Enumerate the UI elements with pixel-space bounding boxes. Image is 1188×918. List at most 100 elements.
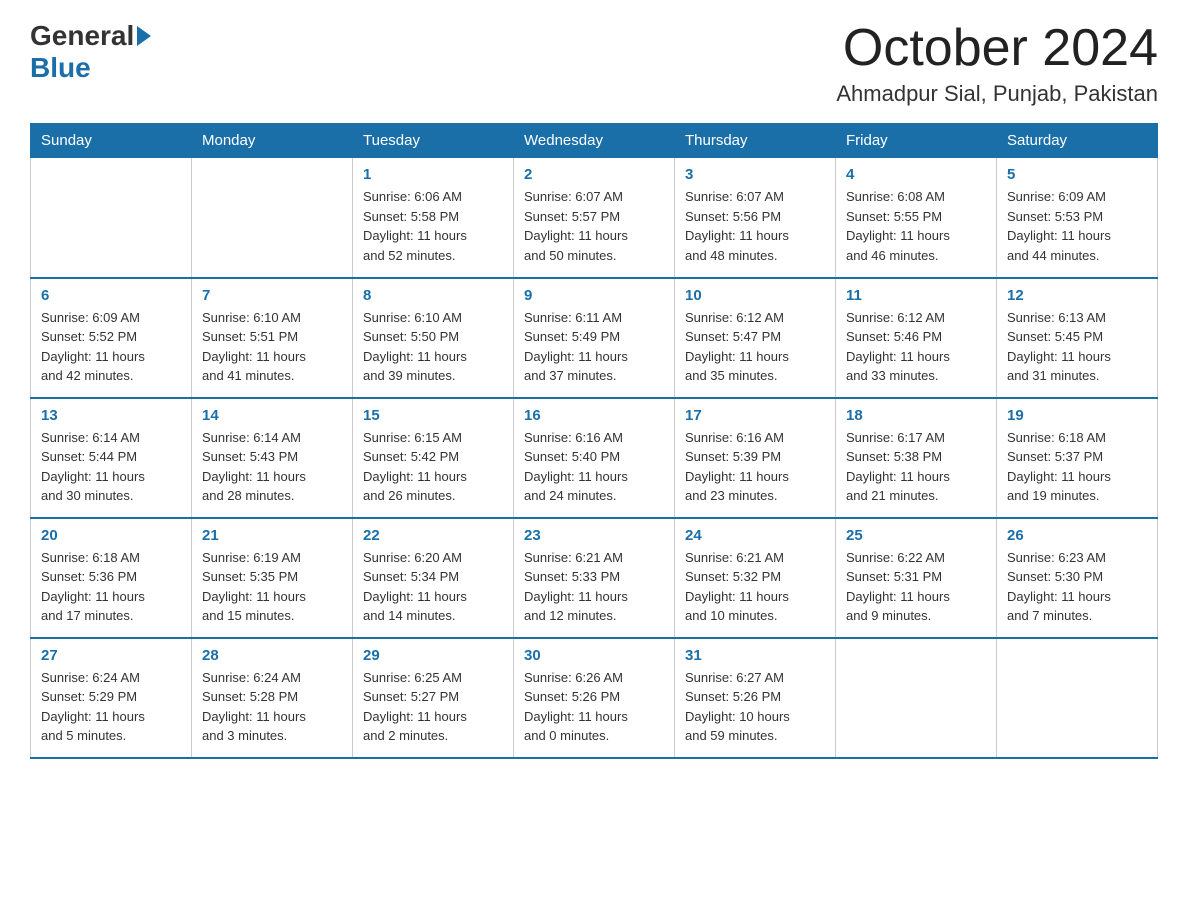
calendar-cell: 5Sunrise: 6:09 AMSunset: 5:53 PMDaylight…: [997, 158, 1158, 278]
day-info: Sunrise: 6:19 AMSunset: 5:35 PMDaylight:…: [202, 548, 342, 626]
calendar-week-5: 27 Sunrise: 6:24 AMSunset: 5:29 PMDayligh…: [31, 638, 1158, 758]
day-number: 5: [1007, 166, 1147, 183]
calendar-cell: 15 Sunrise: 6:15 AMSunset: 5:42 PMDayligh…: [353, 398, 514, 518]
day-info: Sunrise: 6:18 AMSunset: 5:36 PMDaylight:…: [41, 548, 181, 626]
calendar-cell: 19Sunrise: 6:18 AMSunset: 5:37 PMDayligh…: [997, 398, 1158, 518]
calendar-cell: 24Sunrise: 6:21 AMSunset: 5:32 PMDayligh…: [675, 518, 836, 638]
calendar-cell: 21 Sunrise: 6:19 AMSunset: 5:35 PMDayligh…: [192, 518, 353, 638]
day-info: Sunrise: 6:16 AMSunset: 5:40 PMDaylight:…: [524, 428, 664, 506]
calendar-cell: 29Sunrise: 6:25 AMSunset: 5:27 PMDayligh…: [353, 638, 514, 758]
calendar-cell: 8 Sunrise: 6:10 AMSunset: 5:50 PMDaylight…: [353, 278, 514, 398]
day-number: 30: [524, 647, 664, 664]
calendar-cell: 7 Sunrise: 6:10 AMSunset: 5:51 PMDaylight…: [192, 278, 353, 398]
calendar-cell: 3 Sunrise: 6:07 AMSunset: 5:56 PMDaylight…: [675, 158, 836, 278]
day-info: Sunrise: 6:11 AMSunset: 5:49 PMDaylight:…: [524, 308, 664, 386]
calendar-cell: 1Sunrise: 6:06 AMSunset: 5:58 PMDaylight…: [353, 158, 514, 278]
day-info: Sunrise: 6:07 AMSunset: 5:56 PMDaylight:…: [685, 187, 825, 265]
day-number: 15: [363, 407, 503, 424]
day-number: 4: [846, 166, 986, 183]
day-info: Sunrise: 6:09 AMSunset: 5:52 PMDaylight:…: [41, 308, 181, 386]
day-info: Sunrise: 6:17 AMSunset: 5:38 PMDaylight:…: [846, 428, 986, 506]
day-number: 3: [685, 166, 825, 183]
day-header-thursday: Thursday: [675, 124, 836, 158]
day-number: 13: [41, 407, 181, 424]
day-number: 25: [846, 527, 986, 544]
day-number: 7: [202, 287, 342, 304]
calendar-table: SundayMondayTuesdayWednesdayThursdayFrid…: [30, 123, 1158, 759]
day-number: 22: [363, 527, 503, 544]
day-info: Sunrise: 6:18 AMSunset: 5:37 PMDaylight:…: [1007, 428, 1147, 506]
calendar-cell: 18Sunrise: 6:17 AMSunset: 5:38 PMDayligh…: [836, 398, 997, 518]
day-info: Sunrise: 6:24 AMSunset: 5:29 PMDaylight:…: [41, 668, 181, 746]
page-header: General Blue October 2024 Ahmadpur Sial,…: [30, 20, 1158, 107]
day-number: 29: [363, 647, 503, 664]
day-number: 28: [202, 647, 342, 664]
day-header-monday: Monday: [192, 124, 353, 158]
day-info: Sunrise: 6:23 AMSunset: 5:30 PMDaylight:…: [1007, 548, 1147, 626]
logo-general-text: General: [30, 20, 134, 52]
day-info: Sunrise: 6:12 AMSunset: 5:47 PMDaylight:…: [685, 308, 825, 386]
day-number: 21: [202, 527, 342, 544]
day-info: Sunrise: 6:07 AMSunset: 5:57 PMDaylight:…: [524, 187, 664, 265]
day-number: 6: [41, 287, 181, 304]
day-number: 9: [524, 287, 664, 304]
calendar-cell: 16 Sunrise: 6:16 AMSunset: 5:40 PMDayligh…: [514, 398, 675, 518]
day-info: Sunrise: 6:26 AMSunset: 5:26 PMDaylight:…: [524, 668, 664, 746]
day-info: Sunrise: 6:14 AMSunset: 5:43 PMDaylight:…: [202, 428, 342, 506]
day-header-sunday: Sunday: [31, 124, 192, 158]
calendar-cell: 11 Sunrise: 6:12 AMSunset: 5:46 PMDayligh…: [836, 278, 997, 398]
day-info: Sunrise: 6:22 AMSunset: 5:31 PMDaylight:…: [846, 548, 986, 626]
calendar-week-4: 20 Sunrise: 6:18 AMSunset: 5:36 PMDayligh…: [31, 518, 1158, 638]
day-info: Sunrise: 6:21 AMSunset: 5:32 PMDaylight:…: [685, 548, 825, 626]
day-info: Sunrise: 6:10 AMSunset: 5:50 PMDaylight:…: [363, 308, 503, 386]
day-info: Sunrise: 6:24 AMSunset: 5:28 PMDaylight:…: [202, 668, 342, 746]
day-number: 8: [363, 287, 503, 304]
day-info: Sunrise: 6:27 AMSunset: 5:26 PMDaylight:…: [685, 668, 825, 746]
calendar-cell: 23 Sunrise: 6:21 AMSunset: 5:33 PMDayligh…: [514, 518, 675, 638]
location-title: Ahmadpur Sial, Punjab, Pakistan: [836, 81, 1158, 107]
calendar-cell: [31, 158, 192, 278]
day-header-tuesday: Tuesday: [353, 124, 514, 158]
calendar-cell: 4Sunrise: 6:08 AMSunset: 5:55 PMDaylight…: [836, 158, 997, 278]
day-number: 20: [41, 527, 181, 544]
calendar-cell: 12 Sunrise: 6:13 AMSunset: 5:45 PMDayligh…: [997, 278, 1158, 398]
day-info: Sunrise: 6:10 AMSunset: 5:51 PMDaylight:…: [202, 308, 342, 386]
day-info: Sunrise: 6:06 AMSunset: 5:58 PMDaylight:…: [363, 187, 503, 265]
day-number: 2: [524, 166, 664, 183]
day-info: Sunrise: 6:15 AMSunset: 5:42 PMDaylight:…: [363, 428, 503, 506]
day-info: Sunrise: 6:21 AMSunset: 5:33 PMDaylight:…: [524, 548, 664, 626]
calendar-cell: [192, 158, 353, 278]
calendar-cell: 25 Sunrise: 6:22 AMSunset: 5:31 PMDayligh…: [836, 518, 997, 638]
day-header-saturday: Saturday: [997, 124, 1158, 158]
day-number: 11: [846, 287, 986, 304]
calendar-cell: 14 Sunrise: 6:14 AMSunset: 5:43 PMDayligh…: [192, 398, 353, 518]
day-number: 26: [1007, 527, 1147, 544]
title-section: October 2024 Ahmadpur Sial, Punjab, Paki…: [836, 20, 1158, 107]
month-title: October 2024: [836, 20, 1158, 77]
day-number: 10: [685, 287, 825, 304]
calendar-week-1: 1Sunrise: 6:06 AMSunset: 5:58 PMDaylight…: [31, 158, 1158, 278]
logo-blue-text: Blue: [30, 52, 91, 84]
calendar-cell: 6 Sunrise: 6:09 AMSunset: 5:52 PMDaylight…: [31, 278, 192, 398]
day-info: Sunrise: 6:20 AMSunset: 5:34 PMDaylight:…: [363, 548, 503, 626]
calendar-week-3: 13 Sunrise: 6:14 AMSunset: 5:44 PMDayligh…: [31, 398, 1158, 518]
day-info: Sunrise: 6:12 AMSunset: 5:46 PMDaylight:…: [846, 308, 986, 386]
day-number: 16: [524, 407, 664, 424]
day-info: Sunrise: 6:13 AMSunset: 5:45 PMDaylight:…: [1007, 308, 1147, 386]
day-header-wednesday: Wednesday: [514, 124, 675, 158]
day-number: 14: [202, 407, 342, 424]
calendar-cell: 17Sunrise: 6:16 AMSunset: 5:39 PMDayligh…: [675, 398, 836, 518]
calendar-cell: 27 Sunrise: 6:24 AMSunset: 5:29 PMDayligh…: [31, 638, 192, 758]
calendar-header-row: SundayMondayTuesdayWednesdayThursdayFrid…: [31, 124, 1158, 158]
calendar-cell: 30 Sunrise: 6:26 AMSunset: 5:26 PMDayligh…: [514, 638, 675, 758]
day-number: 23: [524, 527, 664, 544]
calendar-cell: 20 Sunrise: 6:18 AMSunset: 5:36 PMDayligh…: [31, 518, 192, 638]
calendar-cell: 28 Sunrise: 6:24 AMSunset: 5:28 PMDayligh…: [192, 638, 353, 758]
day-number: 27: [41, 647, 181, 664]
day-number: 12: [1007, 287, 1147, 304]
day-info: Sunrise: 6:16 AMSunset: 5:39 PMDaylight:…: [685, 428, 825, 506]
calendar-cell: [836, 638, 997, 758]
day-info: Sunrise: 6:14 AMSunset: 5:44 PMDaylight:…: [41, 428, 181, 506]
logo: General Blue: [30, 20, 153, 84]
day-header-friday: Friday: [836, 124, 997, 158]
